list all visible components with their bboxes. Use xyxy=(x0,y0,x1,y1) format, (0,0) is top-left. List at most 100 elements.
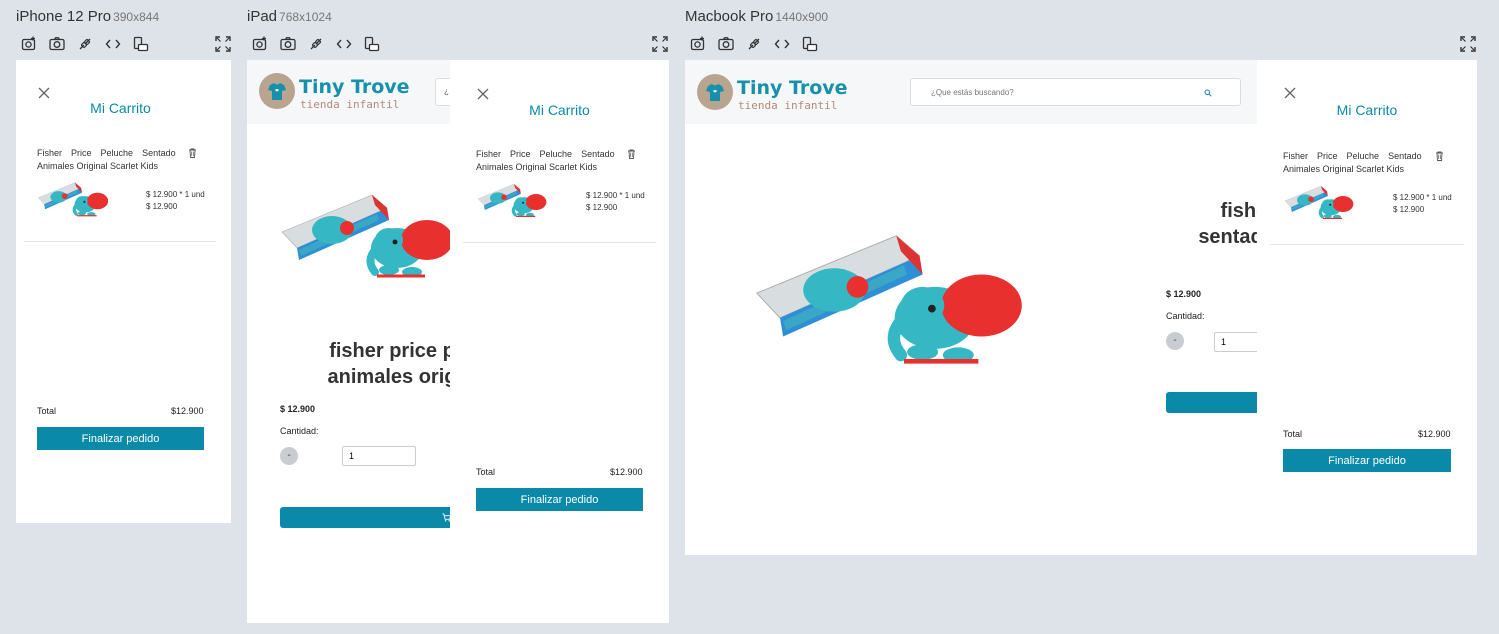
rotate-icon[interactable] xyxy=(801,35,819,53)
code-icon[interactable] xyxy=(104,35,122,53)
cart-title: Mi Carrito xyxy=(90,100,151,116)
search-fragment: ¿ xyxy=(444,87,449,96)
total-value: $12.900 xyxy=(610,467,643,477)
item-word: Peluche xyxy=(539,149,573,159)
item-word: Sentado xyxy=(142,148,176,158)
link-icon[interactable] xyxy=(76,35,94,53)
subtotal: $ 12.900 xyxy=(1393,205,1425,214)
total-value: $12.900 xyxy=(1418,429,1451,439)
screenshot-icon[interactable] xyxy=(251,35,269,53)
item-word: Fisher xyxy=(1283,151,1309,161)
screenshot-icon[interactable] xyxy=(689,35,707,53)
item-word: Fisher xyxy=(37,148,63,158)
product-price: $ 12.900 xyxy=(1166,289,1202,299)
finish-order-button[interactable]: Finalizar pedido xyxy=(1283,449,1451,472)
quantity-minus-button[interactable]: - xyxy=(280,447,298,465)
product-price: $ 12.900 xyxy=(280,404,316,414)
close-icon[interactable] xyxy=(476,87,490,101)
code-icon[interactable] xyxy=(773,35,791,53)
subtotal: $ 12.900 xyxy=(586,203,618,212)
screenshot-icon[interactable] xyxy=(20,35,38,53)
cart-item-name[interactable]: Fisher Price Peluche Sentado Animales Origi… xyxy=(37,147,207,173)
trash-icon[interactable] xyxy=(188,148,197,158)
item-word: Peluche xyxy=(100,148,134,158)
quantity-label: Cantidad: xyxy=(280,426,319,436)
rotate-icon[interactable] xyxy=(363,35,381,53)
iphone-viewport: Mi Carrito Fisher Price Peluche Sentado Ani… xyxy=(16,60,231,523)
camera-icon[interactable] xyxy=(48,35,66,53)
close-icon[interactable] xyxy=(1283,86,1297,100)
item-word: Price xyxy=(71,148,92,158)
item-word: Sentado xyxy=(1388,151,1422,161)
link-icon[interactable] xyxy=(307,35,325,53)
product-image xyxy=(743,228,1065,383)
cart-item-name[interactable]: Fisher Price Peluche Sentado Animales Origi… xyxy=(1283,150,1458,176)
device-title-macbook: Macbook Pro 1440x900 xyxy=(685,8,828,25)
ipad-viewport: Tiny Trove tienda infantil ¿ fisher pric… xyxy=(247,60,669,623)
cart-item-name[interactable]: Fisher Price Peluche Sentado Animales Origi… xyxy=(476,148,651,174)
toolbar-macbook xyxy=(689,35,1477,53)
camera-icon[interactable] xyxy=(279,35,297,53)
logo-name[interactable]: Tiny Trove xyxy=(737,77,848,99)
quantity-minus-button[interactable]: - xyxy=(1166,332,1184,350)
cart-title: Mi Carrito xyxy=(529,102,590,118)
cart-item-image xyxy=(36,175,118,227)
item-name-line2: Animales Original Scarlet Kids xyxy=(37,161,159,171)
total-value: $12.900 xyxy=(171,406,204,416)
divider xyxy=(24,241,216,242)
logo-icon[interactable] xyxy=(697,74,733,110)
finish-order-button[interactable]: Finalizar pedido xyxy=(476,488,643,511)
fullscreen-icon[interactable] xyxy=(651,35,669,53)
item-word: Sentado xyxy=(581,149,615,159)
trash-icon[interactable] xyxy=(1435,151,1444,161)
device-title-iphone: iPhone 12 Pro 390x844 xyxy=(16,8,159,25)
device-dims: 390x844 xyxy=(113,10,160,24)
logo-icon[interactable] xyxy=(259,73,295,109)
close-icon[interactable] xyxy=(37,86,51,100)
rotate-icon[interactable] xyxy=(132,35,150,53)
search-icon[interactable] xyxy=(1204,89,1212,97)
item-word: Fisher xyxy=(476,149,502,159)
logo-subtitle: tienda infantil xyxy=(738,99,838,112)
fullscreen-icon[interactable] xyxy=(214,35,232,53)
device-name: iPad xyxy=(247,8,278,25)
total-label: Total xyxy=(476,467,496,477)
device-name: iPhone 12 Pro xyxy=(16,8,112,25)
search-input[interactable] xyxy=(931,86,1191,98)
unit-price: $ 12.900 * 1 und xyxy=(1393,193,1452,202)
unit-price: $ 12.900 * 1 und xyxy=(586,191,645,200)
macbook-viewport: Tiny Trove tienda infantil fisher sentad… xyxy=(685,60,1477,555)
divider xyxy=(463,242,656,243)
logo-name[interactable]: Tiny Trove xyxy=(299,76,410,98)
fullscreen-icon[interactable] xyxy=(1459,35,1477,53)
unit-price: $ 12.900 * 1 und xyxy=(146,190,205,199)
cart-item-image xyxy=(1283,178,1363,230)
code-icon[interactable] xyxy=(335,35,353,53)
camera-icon[interactable] xyxy=(717,35,735,53)
quantity-input[interactable] xyxy=(342,446,416,466)
total-label: Total xyxy=(1283,429,1303,439)
cart-item-price: $ 12.900 * 1 und $ 12.900 xyxy=(586,190,645,214)
device-name: Macbook Pro xyxy=(685,8,774,25)
item-word: Price xyxy=(510,149,531,159)
toolbar-ipad xyxy=(251,35,669,53)
device-dims: 768x1024 xyxy=(279,10,332,24)
cart-panel: Mi Carrito Fisher Price Peluche Sentado Ani… xyxy=(450,60,669,623)
toolbar-iphone xyxy=(20,35,232,53)
device-title-ipad: iPad 768x1024 xyxy=(247,8,332,25)
cart-title: Mi Carrito xyxy=(1336,102,1398,118)
cart-item-image xyxy=(476,176,556,228)
search-box[interactable] xyxy=(910,78,1241,106)
item-name-line2: Animales Original Scarlet Kids xyxy=(476,162,598,172)
device-dims: 1440x900 xyxy=(775,10,829,24)
finish-order-button[interactable]: Finalizar pedido xyxy=(37,427,204,450)
cart-item-price: $ 12.900 * 1 und $ 12.900 xyxy=(146,189,205,213)
quantity-label: Cantidad: xyxy=(1166,311,1205,321)
item-name-line2: Animales Original Scarlet Kids xyxy=(1283,164,1405,174)
trash-icon[interactable] xyxy=(627,149,636,159)
cart-item-price: $ 12.900 * 1 und $ 12.900 xyxy=(1393,192,1452,216)
logo-subtitle: tienda infantil xyxy=(300,98,400,111)
item-word: Peluche xyxy=(1346,151,1380,161)
add-to-cart-button[interactable] xyxy=(280,507,460,528)
link-icon[interactable] xyxy=(745,35,763,53)
